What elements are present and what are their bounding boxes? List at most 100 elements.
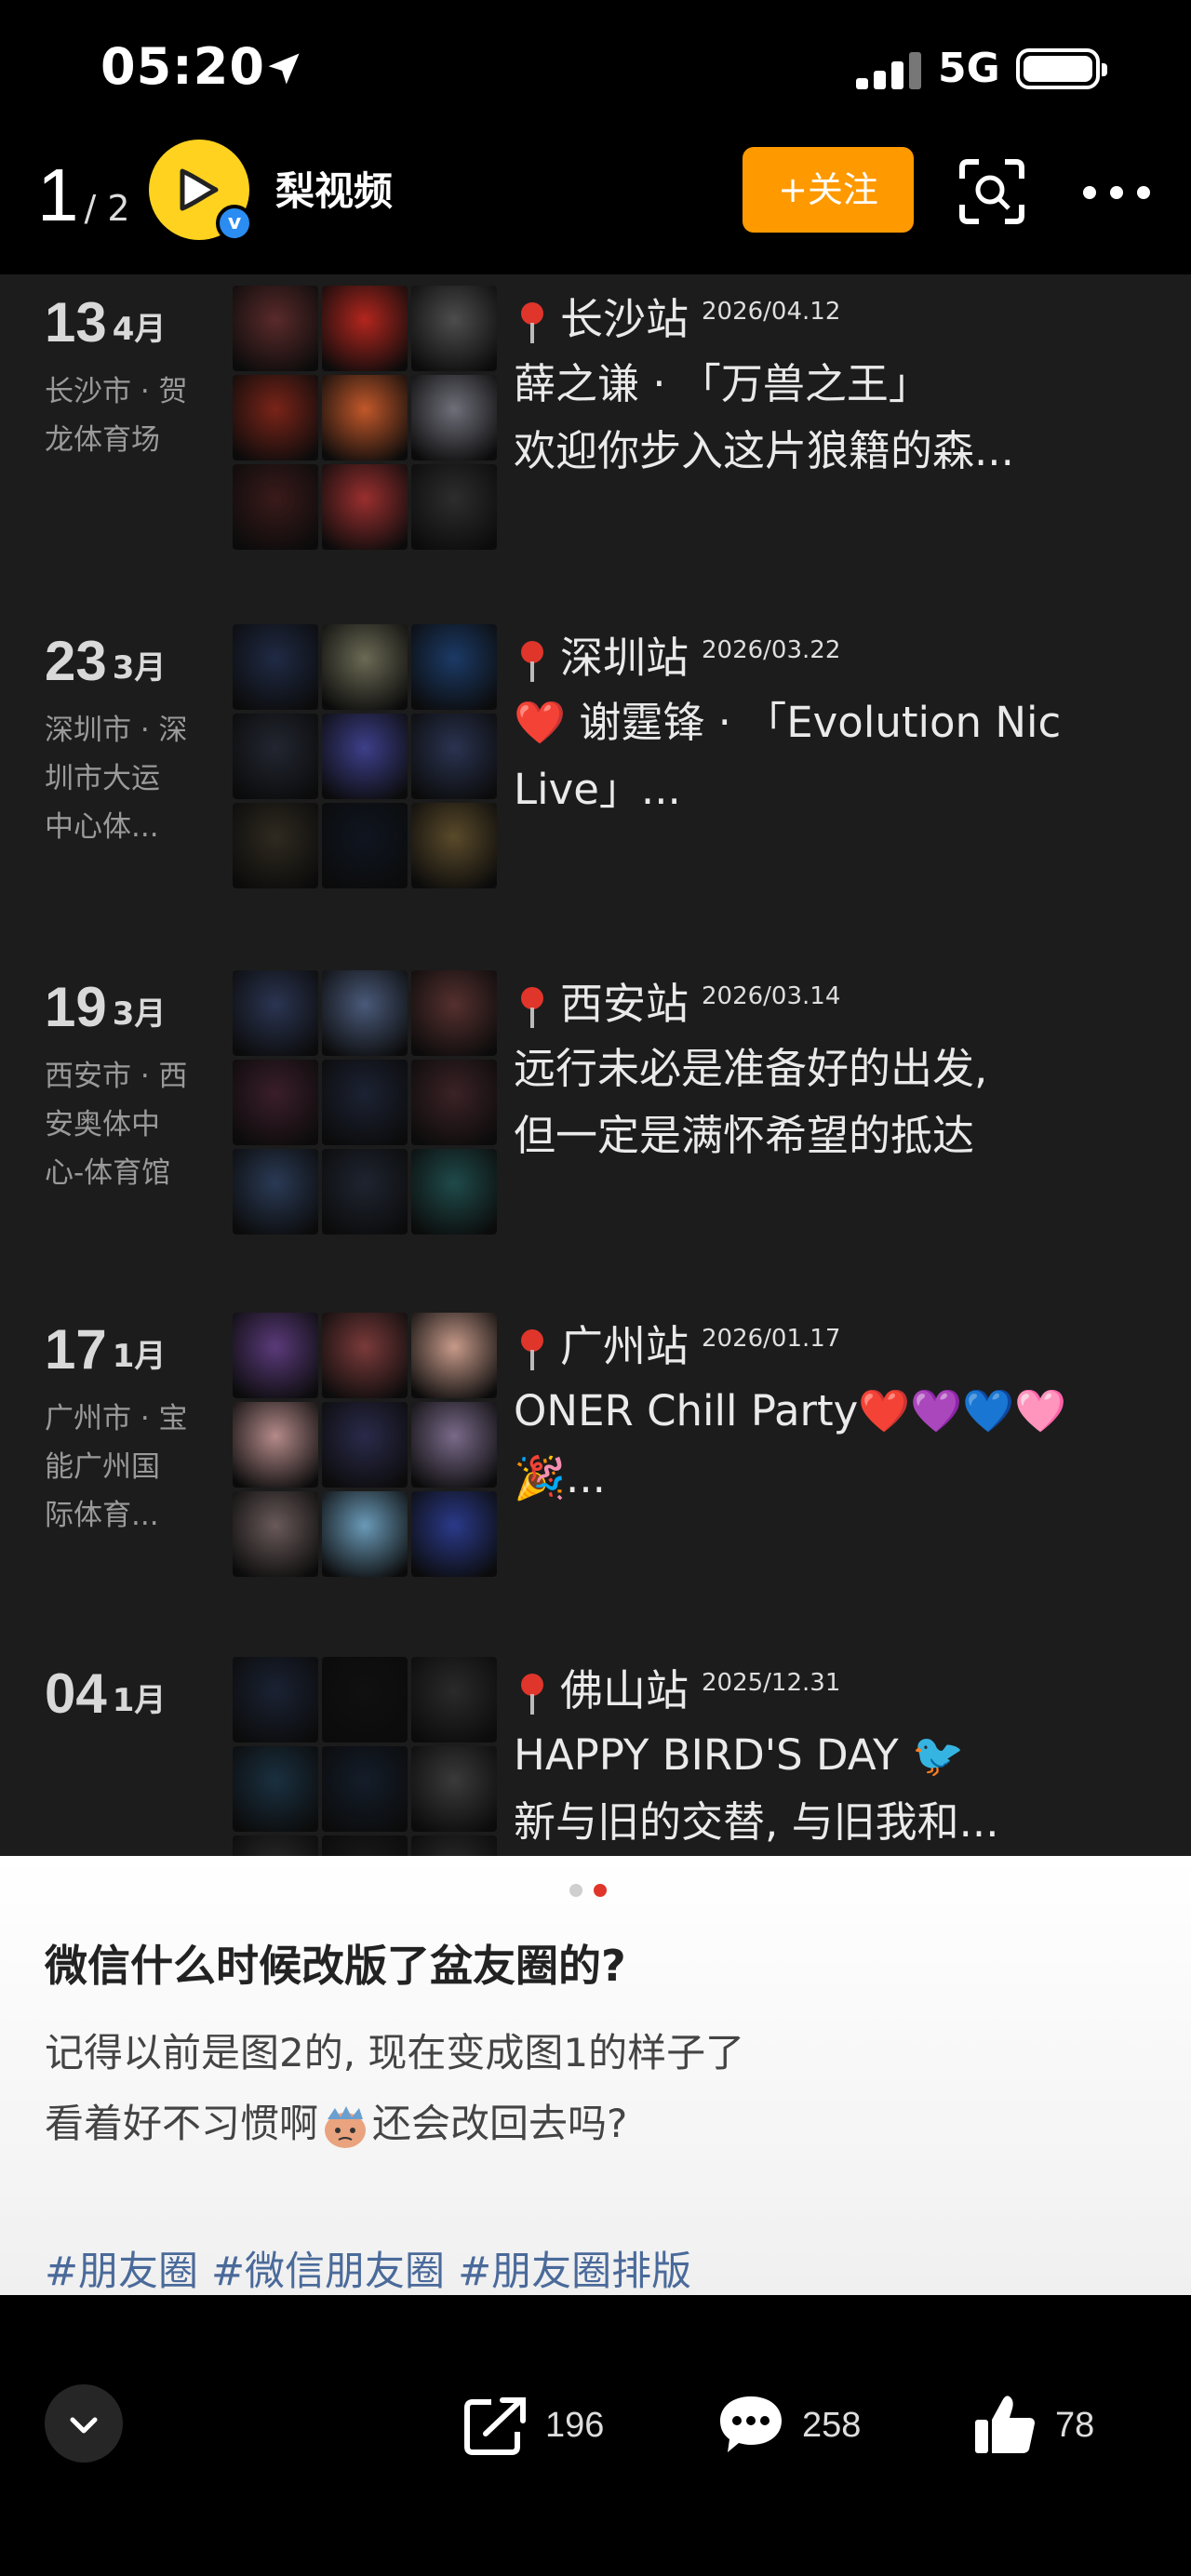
photo-thumbnail xyxy=(322,970,408,1056)
post-body-line: 看着好不习惯啊 还会改回去吗? xyxy=(45,2092,627,2151)
photo-grid xyxy=(233,1313,497,1577)
more-dots-icon[interactable] xyxy=(1079,167,1154,214)
photo-thumbnail xyxy=(411,375,497,460)
entry-date: 19 3月 xyxy=(45,980,166,1035)
scan-icon[interactable] xyxy=(958,158,1025,225)
channel-name[interactable]: 梨视频 xyxy=(275,160,393,217)
photo-thumbnail xyxy=(233,970,318,1056)
caption-panel: 微信什么时候改版了盆友圈的? 记得以前是图2的, 现在变成图1的样子了 看着好不… xyxy=(0,1856,1191,2295)
photo-thumbnail xyxy=(411,1657,497,1742)
page-indicator: 1 / 2 xyxy=(37,140,130,233)
entry-venue: 长沙市 · 贺 龙体育场 xyxy=(45,367,217,464)
photo-thumbnail xyxy=(411,1491,497,1577)
pin-icon xyxy=(521,1673,543,1715)
photo-thumbnail xyxy=(322,286,408,371)
action-bar: 196 258 78 xyxy=(0,2295,1191,2576)
hashtag[interactable]: #朋友圈 xyxy=(45,2249,198,2295)
pin-icon xyxy=(521,301,543,343)
clock: 05:20 xyxy=(100,37,265,96)
share-button[interactable]: 196 xyxy=(463,2388,604,2463)
entry-title: 西安站 2026/03.14 xyxy=(515,970,840,1032)
entry-month: 3月 xyxy=(112,995,167,1033)
schedule-entry: 19 3月 西安市 · 西 安奥体中 心-体育馆 西安站 2026/03.14 远… xyxy=(0,970,1191,1249)
photo-thumbnail xyxy=(411,1835,497,1856)
venue-line: 西安市 · 西 xyxy=(45,1060,188,1093)
share-count: 196 xyxy=(545,2405,605,2445)
thumbs-up-icon xyxy=(975,2396,1035,2453)
venue-line: 圳市大运 xyxy=(45,762,160,795)
venue-line: 长沙市 · 贺 xyxy=(45,375,188,408)
photo-thumbnail xyxy=(233,1657,318,1742)
entry-date: 13 4月 xyxy=(45,295,166,351)
entry-line: 薛之谦 · 「万兽之王」 xyxy=(514,359,930,408)
comment-icon xyxy=(720,2396,782,2452)
hashtag[interactable]: #微信朋友圈 xyxy=(211,2249,445,2295)
network-label: 5G xyxy=(938,45,1000,92)
entry-date: 23 3月 xyxy=(45,634,166,689)
photo-thumbnail xyxy=(411,970,497,1056)
photo-thumbnail xyxy=(411,803,497,888)
entry-stamp: 2026/03.22 xyxy=(702,635,841,664)
photo-thumbnail xyxy=(233,1491,318,1577)
photo-thumbnail xyxy=(233,1402,318,1488)
entry-day: 04 xyxy=(45,1662,107,1725)
entry-day: 13 xyxy=(45,291,107,354)
comment-button[interactable]: 258 xyxy=(716,2388,861,2463)
entry-title: 深圳站 2026/03.22 xyxy=(515,624,840,686)
hashtag[interactable]: #朋友圈排版 xyxy=(458,2249,691,2295)
venue-line: 深圳市 · 深 xyxy=(45,714,188,747)
photo-grid xyxy=(233,286,497,550)
photo-thumbnail xyxy=(322,375,408,460)
photo-thumbnail xyxy=(322,1149,408,1235)
play-logo-icon xyxy=(180,168,219,211)
page-current: 1 xyxy=(37,153,79,236)
share-icon xyxy=(464,2397,526,2455)
entry-line: Live」... xyxy=(514,765,681,814)
entry-month: 1月 xyxy=(112,1682,167,1719)
venue-line: 安奥体中 xyxy=(45,1108,160,1141)
post-text: 还会改回去吗? xyxy=(372,2101,628,2146)
photo-thumbnail xyxy=(322,624,408,710)
entry-title: 佛山站 2025/12.31 xyxy=(515,1657,840,1718)
photo-thumbnail xyxy=(322,464,408,550)
photo-thumbnail xyxy=(322,1060,408,1145)
entry-venue: 西安市 · 西 安奥体中 心-体育馆 xyxy=(45,1052,217,1197)
post-image[interactable]: 13 4月 长沙市 · 贺 龙体育场 长沙站 2026/04.12 薛之谦 · 「… xyxy=(0,274,1191,1856)
entry-day: 19 xyxy=(45,976,107,1038)
photo-thumbnail xyxy=(233,714,318,799)
photo-thumbnail xyxy=(322,1746,408,1832)
entry-line: 但一定是满怀希望的抵达 xyxy=(514,1111,975,1160)
chevron-down-icon xyxy=(70,2417,98,2434)
schedule-entry: 23 3月 深圳市 · 深 圳市大运 中心体... 深圳站 2026/03.22 … xyxy=(0,624,1191,903)
photo-thumbnail xyxy=(322,714,408,799)
comment-count: 258 xyxy=(802,2405,862,2445)
post-title: 微信什么时候改版了盆友圈的? xyxy=(45,1941,626,1991)
pin-icon xyxy=(521,640,543,682)
photo-thumbnail xyxy=(233,1060,318,1145)
photo-grid xyxy=(233,1657,497,1856)
entry-city: 广州站 xyxy=(560,1321,689,1371)
photo-thumbnail xyxy=(322,1402,408,1488)
photo-thumbnail xyxy=(233,464,318,550)
entry-line: 欢迎你步入这片狼籍的森... xyxy=(514,426,1014,475)
photo-thumbnail xyxy=(233,624,318,710)
photo-thumbnail xyxy=(322,803,408,888)
entry-stamp: 2026/03.14 xyxy=(702,981,841,1010)
emoji-face-icon xyxy=(325,2105,367,2148)
pin-icon xyxy=(521,986,543,1028)
photo-thumbnail xyxy=(233,803,318,888)
photo-thumbnail xyxy=(411,286,497,371)
pin-icon xyxy=(521,1328,543,1370)
hashtag-list: #朋友圈 #微信朋友圈 #朋友圈排版 xyxy=(45,2239,704,2297)
entry-city: 西安站 xyxy=(560,979,689,1029)
photo-thumbnail xyxy=(411,1313,497,1398)
collapse-button[interactable] xyxy=(45,2384,123,2463)
entry-month: 3月 xyxy=(112,649,167,687)
follow-button[interactable]: +关注 xyxy=(743,147,914,233)
entry-city: 长沙站 xyxy=(560,294,689,344)
like-button[interactable]: 78 xyxy=(971,2388,1094,2463)
photo-grid xyxy=(233,970,497,1235)
like-count: 78 xyxy=(1055,2405,1095,2445)
schedule-entry: 04 1月 佛山站 2025/12.31 HAPPY BIRD'S DAY 🐦 新… xyxy=(0,1657,1191,1856)
venue-line: 际体育... xyxy=(45,1499,159,1532)
